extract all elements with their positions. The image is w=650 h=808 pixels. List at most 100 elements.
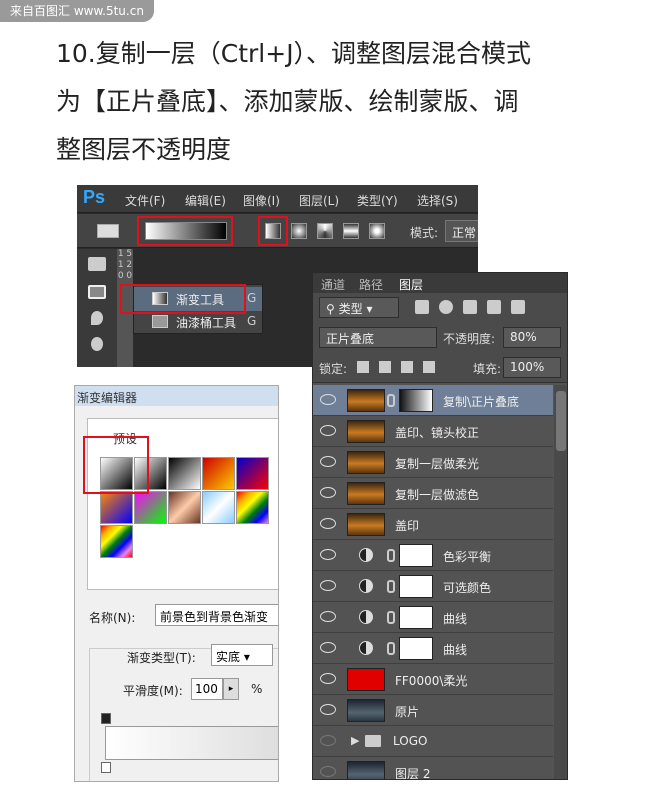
preset-swatch[interactable]	[100, 491, 133, 524]
menu-file[interactable]: 文件(F)	[125, 192, 165, 209]
eye-icon[interactable]	[320, 456, 336, 467]
mode-select[interactable]: 正常	[445, 220, 478, 242]
preset-swatch[interactable]	[100, 525, 133, 558]
layer-mask-thumbnail[interactable]	[399, 606, 433, 629]
adjustment-layer-icon	[359, 548, 373, 562]
highlight-box-flyout	[120, 284, 246, 314]
menu-select[interactable]: 选择(S)	[417, 192, 458, 209]
opacity-label: 不透明度:	[443, 332, 496, 346]
eye-icon[interactable]	[320, 425, 336, 436]
layer-group-row[interactable]: ▶ LOGO	[313, 726, 553, 757]
eye-icon[interactable]	[320, 394, 336, 405]
link-icon[interactable]	[387, 611, 395, 624]
highlight-box-linear	[258, 216, 288, 246]
kind-filter-select[interactable]: ⚲ 类型 ▾	[319, 297, 399, 318]
layer-thumbnail	[347, 420, 385, 443]
layer-row[interactable]: 色彩平衡	[313, 540, 553, 571]
layer-row[interactable]: 复制\正片叠底	[313, 385, 553, 416]
layer-mask-thumbnail[interactable]	[399, 637, 433, 660]
layer-row[interactable]: 可选颜色	[313, 571, 553, 602]
tab-layers[interactable]: 图层	[399, 276, 423, 293]
eye-icon[interactable]	[320, 580, 336, 591]
menu-image[interactable]: 图像(I)	[243, 192, 280, 209]
eye-icon[interactable]	[320, 611, 336, 622]
smart-object-filter-icon[interactable]	[511, 300, 525, 314]
layer-row[interactable]: 盖印、镜头校正	[313, 416, 553, 447]
expand-arrow-icon[interactable]: ▶	[351, 734, 359, 747]
layer-mask-thumbnail[interactable]	[399, 544, 433, 567]
link-icon[interactable]	[387, 549, 395, 562]
eye-icon[interactable]	[320, 704, 336, 715]
layer-thumbnail	[347, 389, 385, 412]
adjustment-layer-icon	[359, 610, 373, 624]
eye-icon[interactable]	[320, 673, 336, 684]
preset-swatch[interactable]	[236, 491, 269, 524]
layer-row[interactable]: 曲线	[313, 633, 553, 664]
name-input[interactable]: 前景色到背景色渐变	[155, 604, 278, 626]
link-icon[interactable]	[387, 580, 395, 593]
tool-preset-icon[interactable]	[97, 224, 119, 238]
blend-mode-value: 正片叠底	[326, 332, 375, 346]
diamond-gradient-icon[interactable]	[369, 223, 385, 239]
lock-transparent-icon[interactable]	[357, 361, 369, 373]
eye-hidden-icon[interactable]	[320, 766, 336, 777]
adjustment-filter-icon[interactable]	[439, 300, 453, 314]
layer-row[interactable]: 盖印	[313, 509, 553, 540]
menu-type[interactable]: 类型(Y)	[357, 192, 398, 209]
layer-row[interactable]: 原片	[313, 695, 553, 726]
blend-mode-select[interactable]: 正片叠底	[319, 327, 437, 348]
link-icon[interactable]	[387, 394, 395, 407]
eye-icon[interactable]	[320, 487, 336, 498]
layer-row[interactable]: 复制一层做柔光	[313, 447, 553, 478]
lock-pixels-icon[interactable]	[379, 361, 391, 373]
gradient-bar[interactable]	[105, 726, 278, 760]
tab-channels[interactable]: 通道	[321, 276, 345, 293]
layer-name: FF0000\柔光	[395, 674, 468, 688]
pixel-filter-icon[interactable]	[415, 300, 429, 314]
angle-gradient-icon[interactable]	[317, 223, 333, 239]
eye-icon[interactable]	[320, 549, 336, 560]
smoothness-input[interactable]: 100	[191, 678, 223, 700]
radial-gradient-icon[interactable]	[291, 223, 307, 239]
flyout-shortcut: G	[247, 314, 257, 328]
folder-icon	[365, 735, 381, 747]
link-icon[interactable]	[387, 642, 395, 655]
eraser-icon[interactable]	[88, 257, 106, 271]
layer-mask-thumbnail[interactable]	[399, 389, 433, 412]
color-stop[interactable]	[101, 762, 111, 773]
layer-row[interactable]: 复制一层做滤色	[313, 478, 553, 509]
eye-hidden-icon[interactable]	[320, 735, 336, 746]
lock-all-icon[interactable]	[423, 361, 435, 373]
lock-position-icon[interactable]	[401, 361, 413, 373]
eye-icon[interactable]	[320, 518, 336, 529]
layer-mask-thumbnail[interactable]	[399, 575, 433, 598]
shape-filter-icon[interactable]	[487, 300, 501, 314]
layer-row[interactable]: 图层 2	[313, 757, 553, 779]
preset-swatch[interactable]	[168, 491, 201, 524]
preset-swatch[interactable]	[236, 457, 269, 490]
tab-paths[interactable]: 路径	[359, 276, 383, 293]
mode-label: 模式:	[410, 226, 439, 240]
preset-swatch[interactable]	[134, 491, 167, 524]
reflected-gradient-icon[interactable]	[343, 223, 359, 239]
preset-swatch[interactable]	[202, 457, 235, 490]
layer-thumbnail	[347, 668, 385, 691]
blur-icon[interactable]	[91, 311, 103, 325]
type-filter-icon[interactable]	[463, 300, 477, 314]
layer-row[interactable]: 曲线	[313, 602, 553, 633]
preset-swatch[interactable]	[202, 491, 235, 524]
scrollbar-thumb[interactable]	[556, 391, 566, 451]
preset-swatch[interactable]	[168, 457, 201, 490]
smoothness-stepper[interactable]: ▸	[223, 678, 239, 700]
type-select[interactable]: 实底 ▾	[211, 644, 273, 666]
layer-row[interactable]: FF0000\柔光	[313, 664, 553, 695]
menu-edit[interactable]: 编辑(E)	[185, 192, 226, 209]
opacity-input[interactable]: 80%	[503, 327, 561, 348]
dodge-icon[interactable]	[91, 337, 103, 351]
layer-name: 可选颜色	[443, 581, 492, 595]
fill-input[interactable]: 100%	[503, 357, 561, 378]
gradient-tool-icon[interactable]	[88, 285, 106, 299]
menu-layer[interactable]: 图层(L)	[299, 192, 339, 209]
opacity-stop[interactable]	[101, 713, 111, 724]
eye-icon[interactable]	[320, 642, 336, 653]
